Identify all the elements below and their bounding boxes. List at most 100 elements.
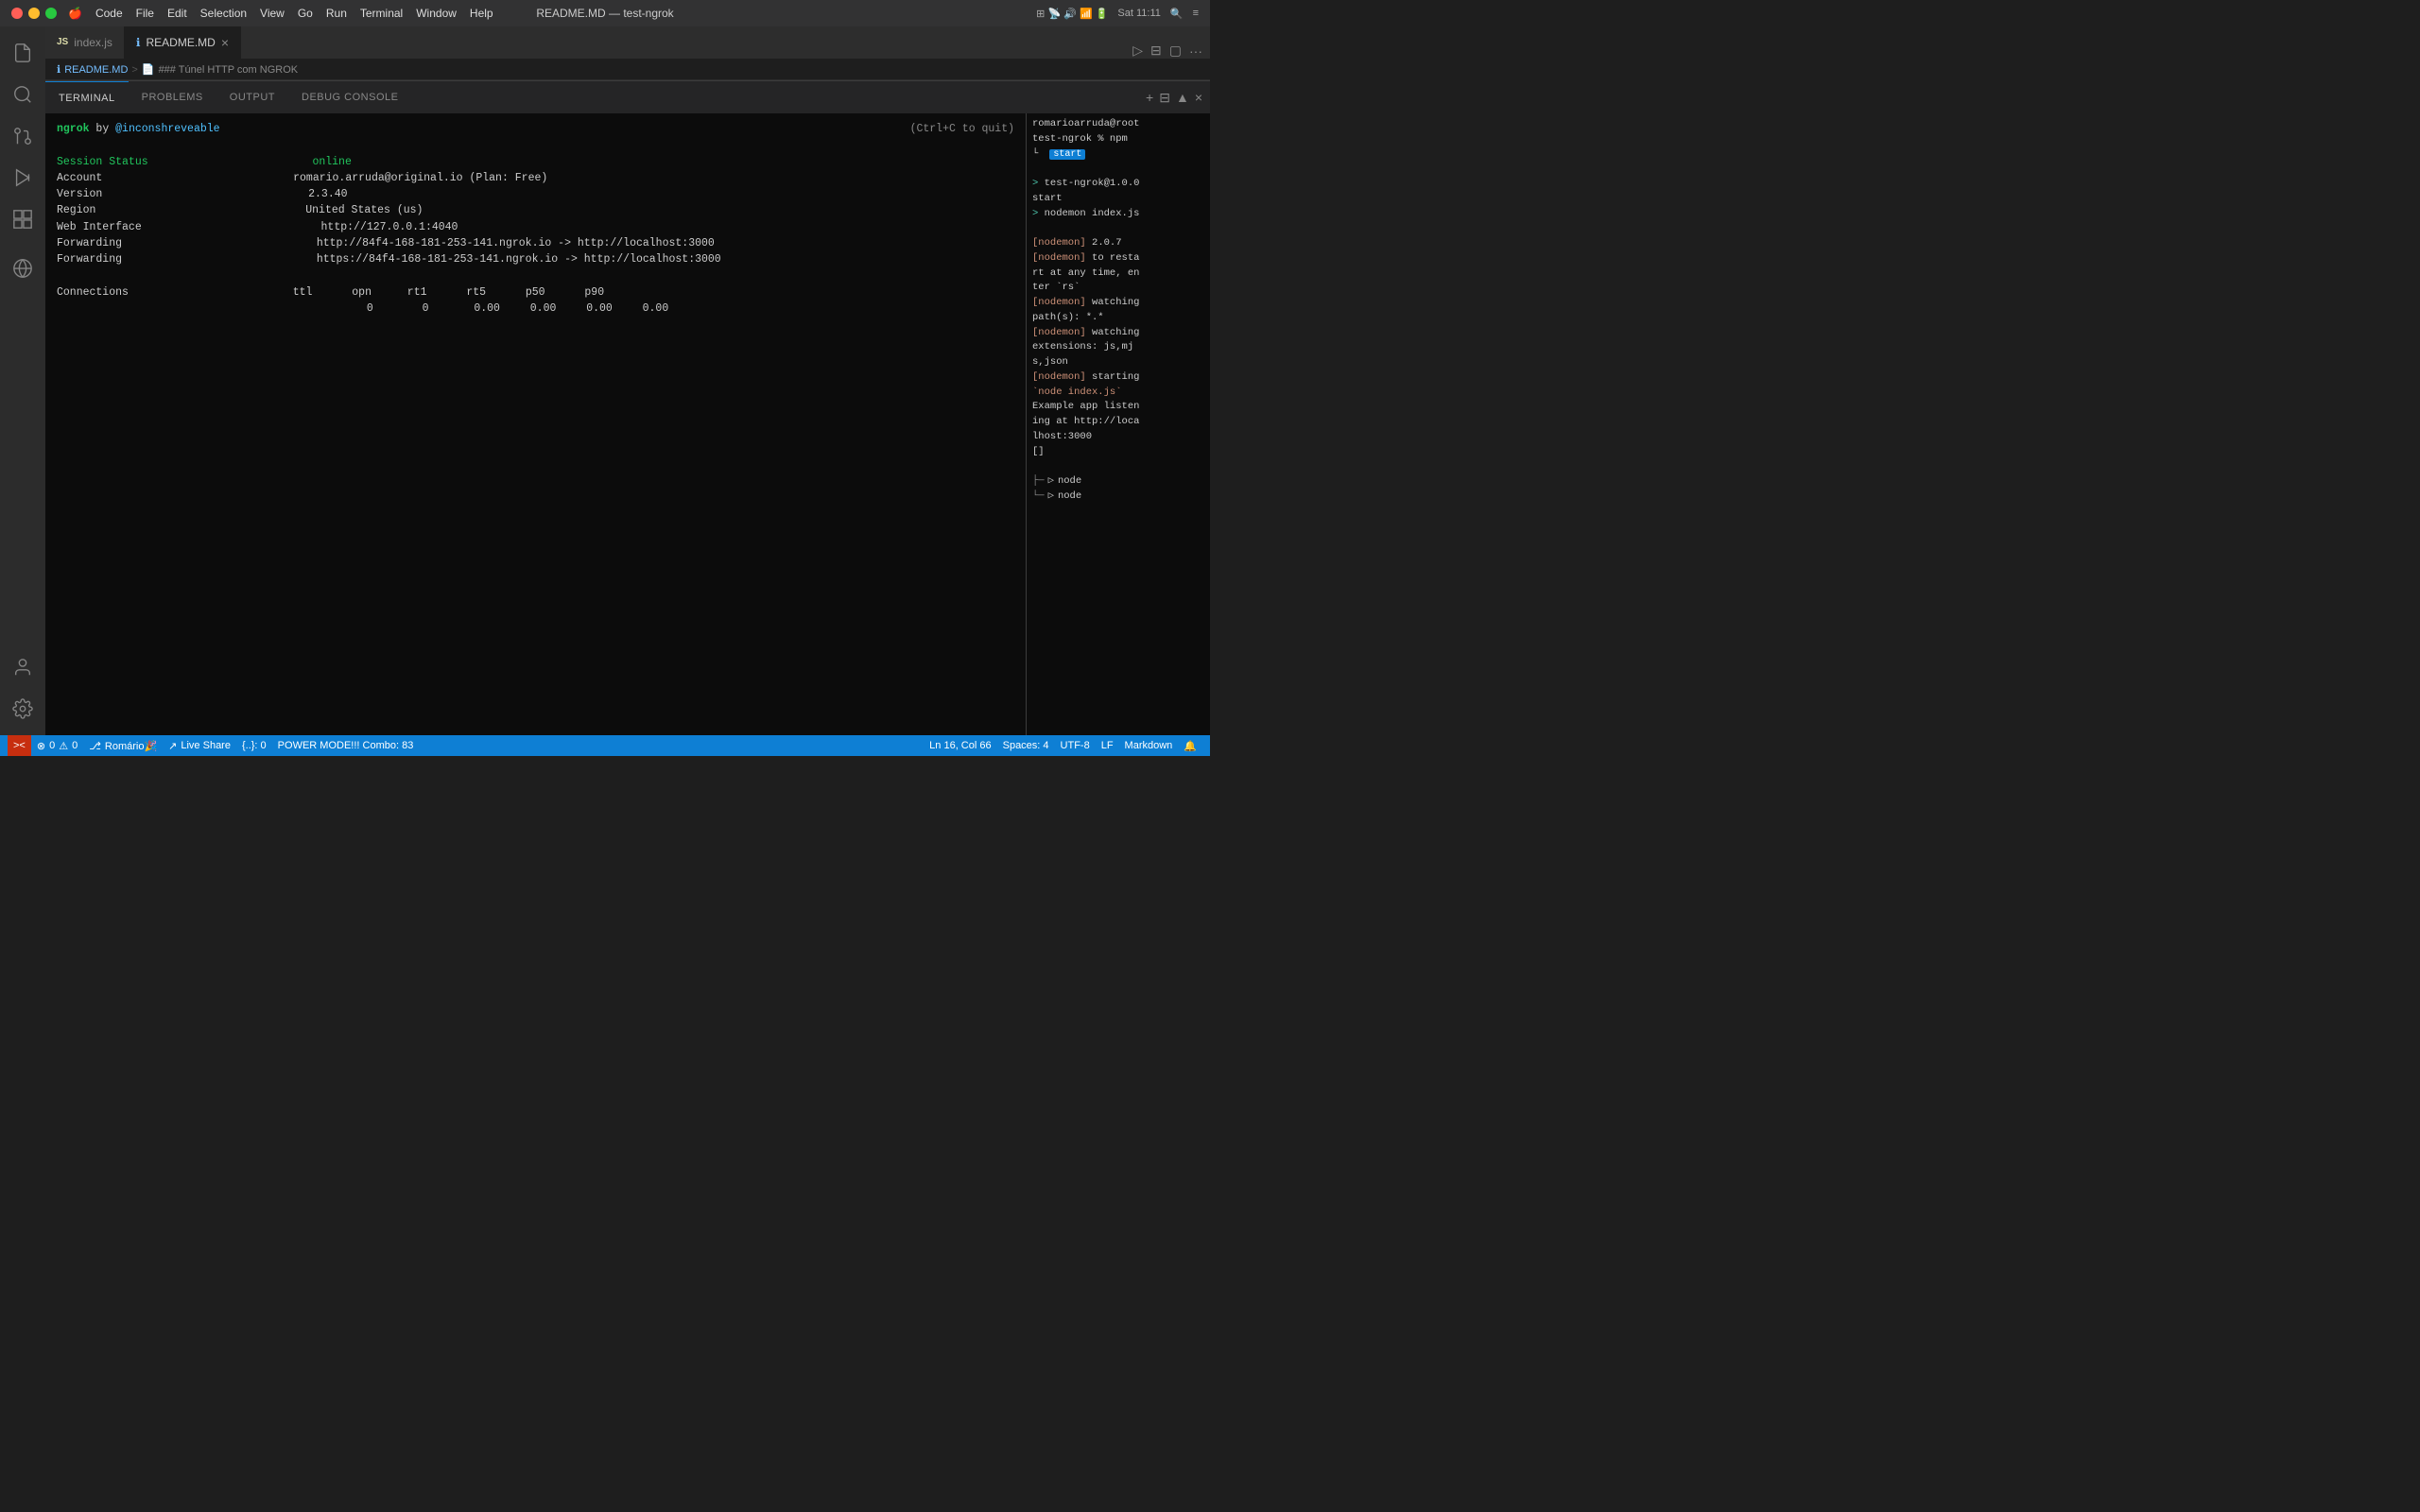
menu-file[interactable]: File [136, 7, 154, 20]
tab-close-button[interactable]: × [221, 36, 229, 49]
right-line-11: rt at any time, en [1032, 266, 1204, 282]
status-power-mode[interactable]: POWER MODE!!! Combo: 83 [272, 735, 420, 756]
line-col-label: Ln 16, Col 66 [929, 740, 991, 751]
right-line-2: test-ngrok % npm [1032, 132, 1204, 147]
status-line-ending[interactable]: LF [1096, 735, 1119, 756]
right-line-5: > test-ngrok@1.0.0 [1032, 177, 1204, 192]
live-share-icon: ↗ [168, 740, 177, 752]
status-notifications[interactable]: 🔔 [1178, 735, 1202, 756]
maximize-button[interactable] [45, 8, 57, 19]
menu-selection[interactable]: Selection [200, 7, 247, 20]
notification-icon: 🔔 [1184, 740, 1197, 752]
menu-code[interactable]: Code [95, 7, 123, 20]
menu-run[interactable]: Run [326, 7, 347, 20]
new-terminal-icon[interactable]: + [1146, 90, 1153, 105]
right-line-23: [] [1032, 445, 1204, 460]
close-panel-icon[interactable]: × [1195, 90, 1202, 105]
maximize-panel-icon[interactable]: ▲ [1176, 90, 1189, 105]
right-nodemon-bracket-5: [nodemon] [1032, 371, 1086, 383]
close-button[interactable] [11, 8, 23, 19]
status-line-col[interactable]: Ln 16, Col 66 [924, 735, 996, 756]
panel-tab-terminal[interactable]: TERMINAL [45, 81, 129, 114]
status-curly-braces[interactable]: {..}: 0 [236, 735, 272, 756]
menu-terminal[interactable]: Terminal [360, 7, 403, 20]
right-nodemon-4: [nodemon] watching [1032, 326, 1204, 341]
field-label-web-interface: Web Interface [57, 221, 142, 233]
tab-label-readme-md: README.MD [146, 36, 215, 49]
tab-readme-md[interactable]: ℹ README.MD × [125, 26, 241, 59]
right-nodemon-text-4: watching [1092, 327, 1139, 338]
activity-source-control[interactable] [4, 117, 42, 155]
status-encoding[interactable]: UTF-8 [1055, 735, 1096, 756]
run-file-icon[interactable]: ▷ [1132, 43, 1143, 59]
status-spaces[interactable]: Spaces: 4 [997, 735, 1055, 756]
title-bar-right: ⊞ 📡 🔊 📶 🔋 Sat 11:11 🔍 ≡ [1036, 8, 1199, 20]
field-label-account: Account [57, 172, 102, 184]
status-live-share[interactable]: ↗ Live Share [163, 735, 236, 756]
activity-settings[interactable] [4, 690, 42, 728]
terminal-right-panel[interactable]: romarioarruda@root test-ngrok % npm └ st… [1026, 113, 1210, 735]
terminal-field-version: Version 2.3.40 [57, 186, 1014, 202]
menu-view[interactable]: View [260, 7, 285, 20]
right-line-21: ing at http://loca [1032, 415, 1204, 430]
status-git-branch[interactable]: ⎇ Romário🎉 [83, 735, 163, 756]
start-badge: start [1049, 149, 1085, 160]
window-title: README.MD — test-ngrok [536, 7, 673, 20]
activity-files[interactable] [4, 34, 42, 72]
tab-bar-actions: ▷ ⊟ ▢ ··· [1125, 43, 1210, 59]
menu-help[interactable]: Help [470, 7, 493, 20]
terminal-connections-label: Connections ttl opn rt1 rt5 p50 [57, 284, 1014, 301]
minimize-button[interactable] [28, 8, 40, 19]
tab-index-js[interactable]: JS index.js [45, 26, 125, 59]
menu-window[interactable]: Window [416, 7, 457, 20]
menu-apple[interactable]: 🍎 [68, 7, 82, 20]
tree-branch-2: └─ [1032, 490, 1045, 505]
right-line-19: `node index.js` [1032, 386, 1204, 401]
terminal-icon-2: ▷ [1048, 490, 1054, 505]
breadcrumb-filename: README.MD [64, 64, 128, 76]
right-nodemon-1: [nodemon] 2.0.7 [1032, 236, 1204, 251]
power-mode-label: POWER MODE!!! Combo: 83 [278, 740, 414, 751]
editor-layout-icon[interactable]: ▢ [1169, 43, 1182, 59]
split-editor-icon[interactable]: ⊟ [1150, 43, 1162, 59]
activity-remote[interactable] [4, 249, 42, 287]
git-branch-label: Romário🎉 [105, 740, 157, 752]
terminal-icon-1: ▷ [1048, 474, 1054, 490]
right-line-1: romarioarruda@root [1032, 117, 1204, 132]
menu-edit[interactable]: Edit [167, 7, 187, 20]
field-value-region: United States (us) [305, 204, 423, 216]
activity-extensions[interactable] [4, 200, 42, 238]
activity-search[interactable] [4, 76, 42, 113]
more-actions-icon[interactable]: ··· [1189, 43, 1202, 59]
app-body: JS index.js ℹ README.MD × ▷ ⊟ ▢ ··· ℹ RE… [0, 26, 1210, 735]
right-line-14: path(s): *.* [1032, 311, 1204, 326]
connections-rt1: rt1 [407, 286, 427, 299]
line-ending-label: LF [1101, 740, 1114, 751]
terminal-connections-values: 0 0 0.00 0.00 0.00 0.00 [57, 301, 1014, 317]
panel-tab-debug-console[interactable]: DEBUG CONSOLE [288, 81, 411, 114]
control-center-icon[interactable]: ≡ [1193, 8, 1199, 19]
search-icon[interactable]: 🔍 [1170, 8, 1184, 20]
menu-go[interactable]: Go [298, 7, 313, 20]
status-remote-indicator[interactable]: >< [8, 735, 31, 756]
terminal-content-area: ngrok by @inconshreveable (Ctrl+C to qui… [45, 113, 1210, 735]
error-count: 0 [49, 740, 55, 751]
field-value-forwarding-1: http://84f4-168-181-253-141.ngrok.io -> … [317, 237, 715, 249]
panel-tab-problems[interactable]: PROBLEMS [129, 81, 216, 114]
terminal-field-session-status: Session Status online [57, 154, 1014, 170]
remote-icon: >< [13, 740, 26, 751]
terminal-main[interactable]: ngrok by @inconshreveable (Ctrl+C to qui… [45, 113, 1026, 735]
breadcrumb-file[interactable]: ℹ README.MD [57, 63, 128, 76]
panel-tab-output[interactable]: OUTPUT [216, 81, 288, 114]
system-icons: ⊞ 📡 🔊 📶 🔋 [1036, 8, 1108, 20]
activity-bar-bottom [4, 648, 42, 735]
activity-account[interactable] [4, 648, 42, 686]
status-language[interactable]: Markdown [1119, 735, 1179, 756]
status-errors[interactable]: ⊗ 0 ⚠ 0 [31, 735, 83, 756]
activity-run[interactable] [4, 159, 42, 197]
split-terminal-icon[interactable]: ⊟ [1159, 90, 1170, 106]
breadcrumb: ℹ README.MD > 📄 ### Túnel HTTP com NGROK [45, 60, 1210, 80]
breadcrumb-doc-icon: 📄 [142, 63, 155, 76]
breadcrumb-section[interactable]: 📄 ### Túnel HTTP com NGROK [142, 63, 298, 76]
breadcrumb-info-icon: ℹ [57, 63, 60, 76]
